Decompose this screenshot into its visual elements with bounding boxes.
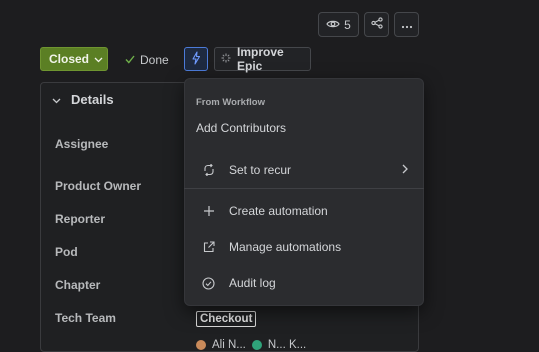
menu-divider [184, 188, 424, 189]
plus-icon [184, 205, 229, 217]
more-options-button[interactable] [394, 12, 419, 37]
menu-item-label: Manage automations [229, 240, 342, 254]
field-label-reporter: Reporter [55, 212, 106, 226]
tech-team-value[interactable]: Checkout [196, 311, 257, 327]
person-name[interactable]: Ali N... [212, 339, 246, 351]
menu-item-add-contributors[interactable]: Add Contributors [196, 121, 286, 135]
share-icon [370, 17, 383, 32]
more-horizontal-icon [401, 18, 413, 32]
improve-epic-button[interactable]: Improve Epic [214, 45, 311, 73]
menu-section-title: From Workflow [196, 97, 265, 108]
chevron-down-icon [52, 92, 61, 107]
sparkle-icon [221, 52, 231, 66]
chevron-down-icon [94, 52, 103, 66]
menu-item-audit-log[interactable]: Audit log [184, 268, 424, 298]
done-label: Done [140, 53, 169, 67]
avatar [196, 340, 206, 350]
eye-icon [326, 18, 340, 32]
automation-button[interactable] [184, 47, 208, 71]
menu-item-label: Set to recur [229, 163, 292, 177]
check-circle-icon [184, 276, 229, 290]
menu-item-manage-automations[interactable]: Manage automations [184, 232, 424, 262]
watch-count: 5 [344, 17, 351, 32]
done-indicator[interactable]: Done [125, 51, 169, 69]
field-label-tech-team: Tech Team [55, 311, 116, 325]
details-title: Details [71, 92, 114, 107]
chevron-right-icon [402, 163, 408, 177]
lightning-icon [191, 50, 201, 68]
menu-item-create-automation[interactable]: Create automation [184, 196, 424, 226]
details-header[interactable]: Details [52, 92, 114, 107]
menu-item-label: Audit log [229, 276, 276, 290]
share-button[interactable] [364, 12, 389, 37]
status-dropdown[interactable]: Closed [40, 47, 108, 71]
menu-item-set-to-recur[interactable]: Set to recur [184, 155, 424, 185]
avatar [251, 340, 262, 350]
check-icon [125, 53, 135, 67]
field-label-assignee: Assignee [55, 137, 109, 151]
improve-epic-label: Improve Epic [237, 45, 284, 73]
menu-item-label: Create automation [229, 204, 328, 218]
field-label-pod: Pod [55, 245, 78, 259]
status-label: Closed [49, 52, 90, 66]
recur-icon [184, 164, 229, 176]
external-link-icon [184, 241, 229, 253]
person-name[interactable]: N... K... [268, 339, 306, 351]
field-label-product-owner: Product Owner [55, 179, 142, 193]
people-row: Ali N... N... K... [196, 339, 306, 351]
watch-button[interactable]: 5 [318, 12, 359, 37]
field-label-chapter: Chapter [55, 278, 101, 292]
